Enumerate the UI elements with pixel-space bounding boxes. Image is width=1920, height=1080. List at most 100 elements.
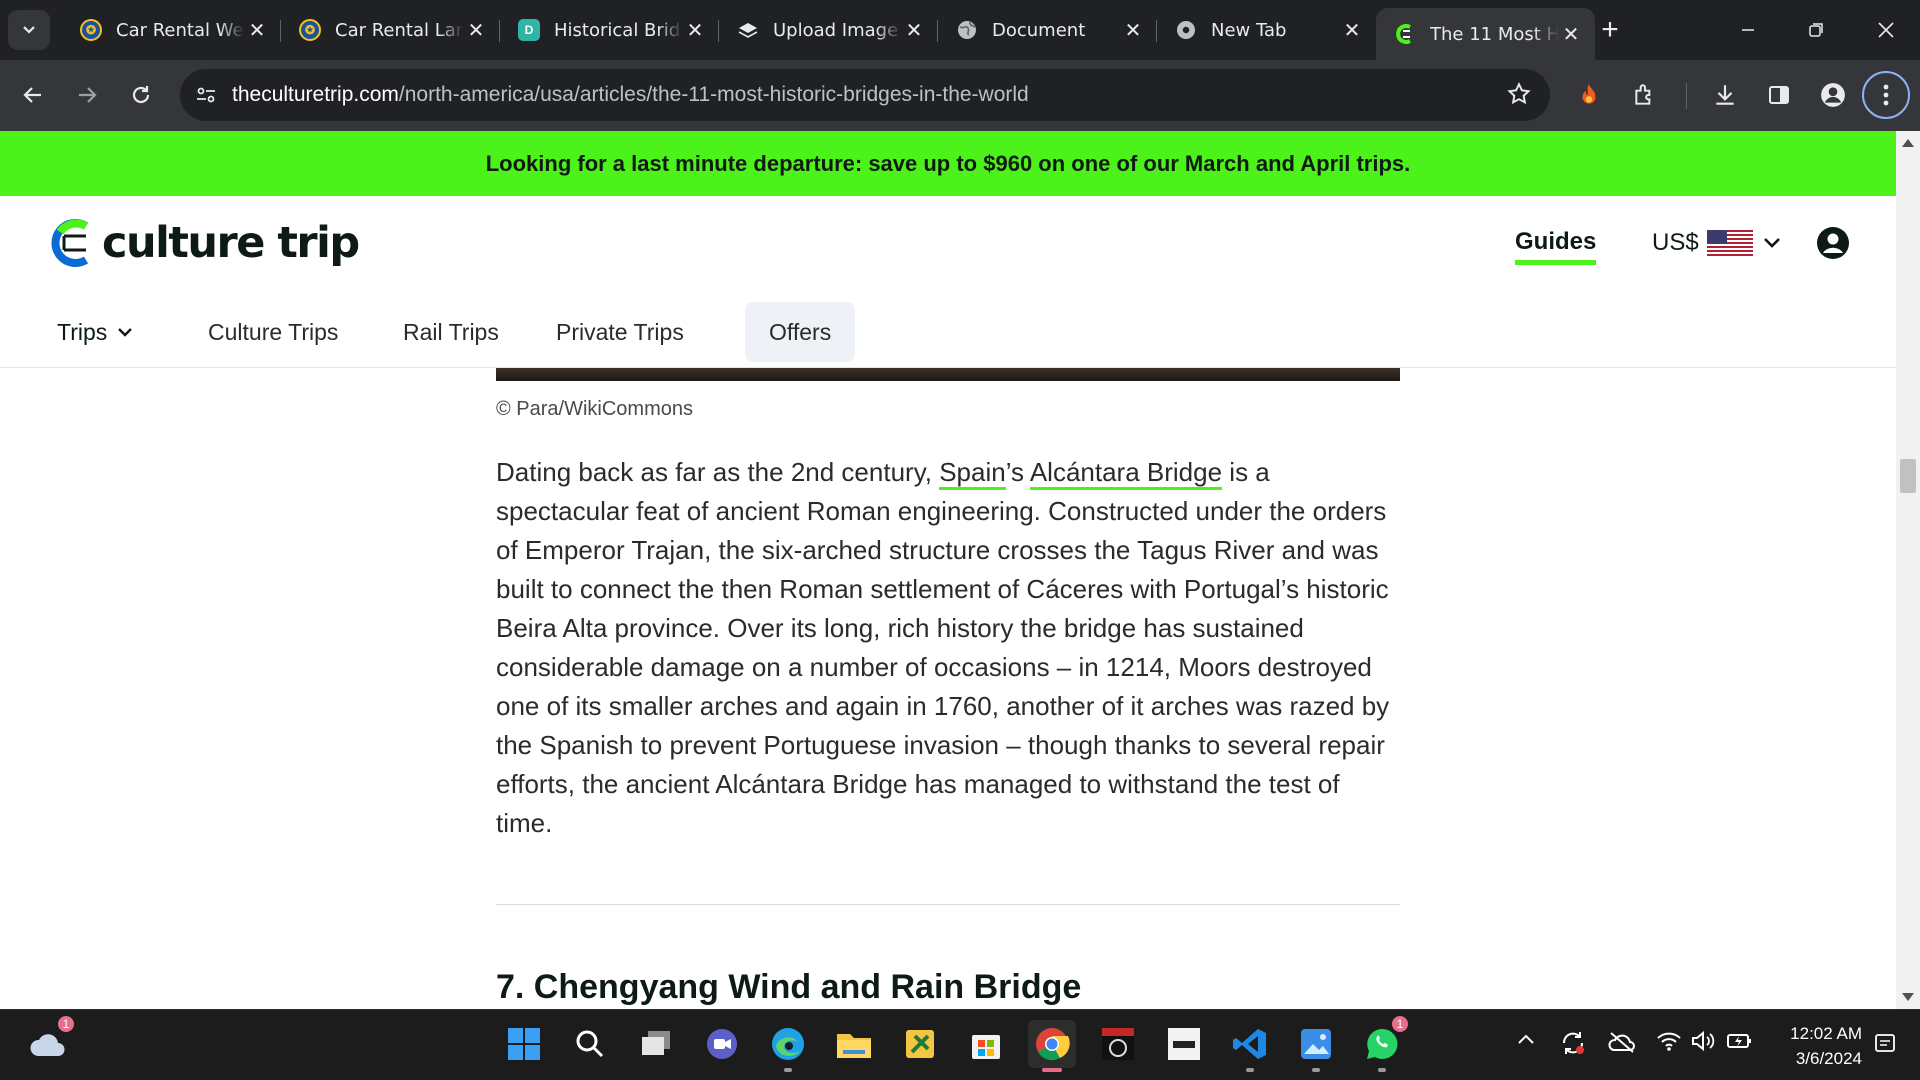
close-icon[interactable]: ✕ [683, 18, 707, 42]
downloads-icon[interactable] [1702, 72, 1748, 118]
close-icon[interactable]: ✕ [1340, 18, 1364, 42]
vscode-icon [1233, 1029, 1266, 1059]
nav-private-trips[interactable]: Private Trips [556, 302, 684, 362]
arrow-left-icon [23, 87, 41, 103]
close-window-button[interactable] [1858, 0, 1914, 60]
tab-car-rental-2[interactable]: ✪ Car Rental Lar ✕ [281, 8, 500, 52]
close-icon[interactable]: ✕ [464, 18, 488, 42]
chrome-app[interactable] [1028, 1020, 1076, 1072]
section-heading: 7. Chengyang Wind and Rain Bridge [496, 968, 1082, 1006]
address-bar[interactable]: theculturetrip.com/north-america/usa/art… [180, 69, 1550, 121]
fifa-game-app[interactable] [1160, 1020, 1208, 1068]
tab-document[interactable]: Document ✕ [938, 8, 1157, 52]
profile-avatar-icon[interactable] [1810, 72, 1856, 118]
nav-offers[interactable]: Offers [745, 302, 856, 362]
task-view-button[interactable] [632, 1020, 680, 1068]
chat-app[interactable] [698, 1020, 746, 1068]
whatsapp-app[interactable]: 1 [1358, 1014, 1410, 1072]
forward-button[interactable] [64, 72, 110, 118]
chevron-down-icon [23, 26, 35, 34]
tab-culture-trip-active[interactable]: The 11 Most H ✕ [1376, 8, 1595, 60]
image-credit: © Para/WikiCommons [496, 398, 693, 420]
nav-culture-trips[interactable]: Culture Trips [208, 302, 338, 362]
fifa-game-icon [1168, 1028, 1200, 1060]
nav-trips-dropdown[interactable]: Trips [57, 302, 133, 362]
site-nav: Trips Culture Trips Rail Trips Private T… [0, 302, 1896, 362]
photos-icon [1301, 1029, 1331, 1059]
d-app-favicon-icon: D [518, 19, 540, 41]
promo-banner[interactable]: Looking for a last minute departure: sav… [0, 131, 1896, 196]
store-app[interactable] [962, 1020, 1010, 1068]
clock-time: 12:02 AM [1790, 1024, 1862, 1043]
car-rental-favicon-icon: ✪ [80, 19, 102, 41]
running-indicator [1378, 1068, 1386, 1072]
bookmark-star-icon[interactable] [1506, 81, 1532, 112]
extensions-puzzle-icon[interactable] [1622, 72, 1668, 118]
vscode-app[interactable] [1226, 1020, 1274, 1072]
url-host: theculturetrip.com [232, 83, 399, 106]
file-explorer-app[interactable] [830, 1020, 878, 1068]
running-indicator [1246, 1068, 1254, 1072]
url-text: theculturetrip.com/north-america/usa/art… [232, 83, 1029, 107]
pes-game-app[interactable] [1094, 1020, 1142, 1068]
restore-button[interactable] [1788, 0, 1844, 60]
chevron-up-icon [1518, 1034, 1534, 1044]
chrome-menu-button[interactable] [1862, 71, 1910, 119]
page-scrollbar[interactable] [1896, 131, 1920, 1009]
back-button[interactable] [10, 72, 56, 118]
weather-badge: 1 [56, 1014, 76, 1034]
close-icon[interactable]: ✕ [245, 18, 269, 42]
tab-upload-image[interactable]: Upload Image ✕ [719, 8, 938, 52]
tab-title: The 11 Most H [1430, 23, 1559, 45]
search-icon [576, 1030, 604, 1058]
weather-widget[interactable]: 1 [24, 1014, 76, 1068]
task-view-icon [642, 1031, 670, 1055]
show-hidden-icons-button[interactable] [1516, 1030, 1536, 1055]
wifi-icon[interactable] [1656, 1030, 1682, 1057]
onedrive-cloud-icon[interactable] [1608, 1030, 1636, 1059]
scrollbar-thumb[interactable] [1900, 459, 1916, 493]
close-icon[interactable]: ✕ [902, 18, 926, 42]
us-flag-icon [1706, 230, 1753, 256]
sync-tray-icon[interactable] [1560, 1030, 1586, 1061]
tab-new-tab[interactable]: New Tab ✕ [1157, 8, 1376, 52]
start-button[interactable] [500, 1020, 548, 1068]
layers-favicon-icon [737, 19, 759, 41]
photos-app[interactable] [1292, 1020, 1340, 1072]
culture-trip-logo[interactable]: culture trip [50, 218, 360, 268]
scroll-down-arrow-icon[interactable] [1902, 993, 1914, 1001]
edge-app[interactable] [764, 1020, 812, 1072]
culture-trip-favicon-icon [1394, 23, 1416, 45]
side-panel-icon[interactable] [1756, 72, 1802, 118]
tools-app[interactable] [896, 1020, 944, 1068]
extension-fire-icon[interactable] [1566, 72, 1612, 118]
account-icon[interactable] [1816, 226, 1850, 260]
reload-button[interactable] [118, 72, 164, 118]
site-info-icon[interactable] [180, 69, 232, 121]
scroll-up-arrow-icon[interactable] [1902, 139, 1914, 147]
tab-strip: ✪ Car Rental We ✕ ✪ Car Rental Lar ✕ D H… [0, 0, 1920, 60]
volume-icon[interactable] [1690, 1030, 1716, 1057]
close-icon[interactable]: ✕ [1559, 22, 1583, 46]
minimize-button[interactable] [1720, 0, 1776, 60]
search-button[interactable] [566, 1020, 614, 1068]
tab-title: Car Rental Lar [335, 19, 464, 41]
alcantara-bridge-link[interactable]: Alcántara Bridge [1029, 457, 1223, 490]
tab-title: Document [992, 19, 1086, 41]
close-icon[interactable]: ✕ [1121, 18, 1145, 42]
notification-center-icon[interactable] [1874, 1032, 1896, 1059]
windows-taskbar: 1 1 12:02 AM 3/6/2024 [0, 1009, 1920, 1080]
system-clock[interactable]: 12:02 AM 3/6/2024 [1772, 1021, 1862, 1071]
tab-search-button[interactable] [8, 10, 50, 50]
currency-selector[interactable]: US$ [1652, 229, 1781, 257]
tab-car-rental-1[interactable]: ✪ Car Rental We ✕ [62, 8, 281, 52]
tab-historical-bridges[interactable]: D Historical Brid ✕ [500, 8, 719, 52]
nav-trips-label: Trips [57, 318, 108, 345]
url-path: /north-america/usa/articles/the-11-most-… [398, 83, 1029, 106]
battery-charging-icon[interactable] [1726, 1030, 1754, 1057]
nav-rail-trips[interactable]: Rail Trips [403, 302, 499, 362]
new-tab-button[interactable]: + [1592, 12, 1628, 48]
spain-link[interactable]: Spain [939, 457, 1006, 490]
guides-link[interactable]: Guides [1515, 228, 1597, 265]
active-indicator [1042, 1068, 1062, 1072]
